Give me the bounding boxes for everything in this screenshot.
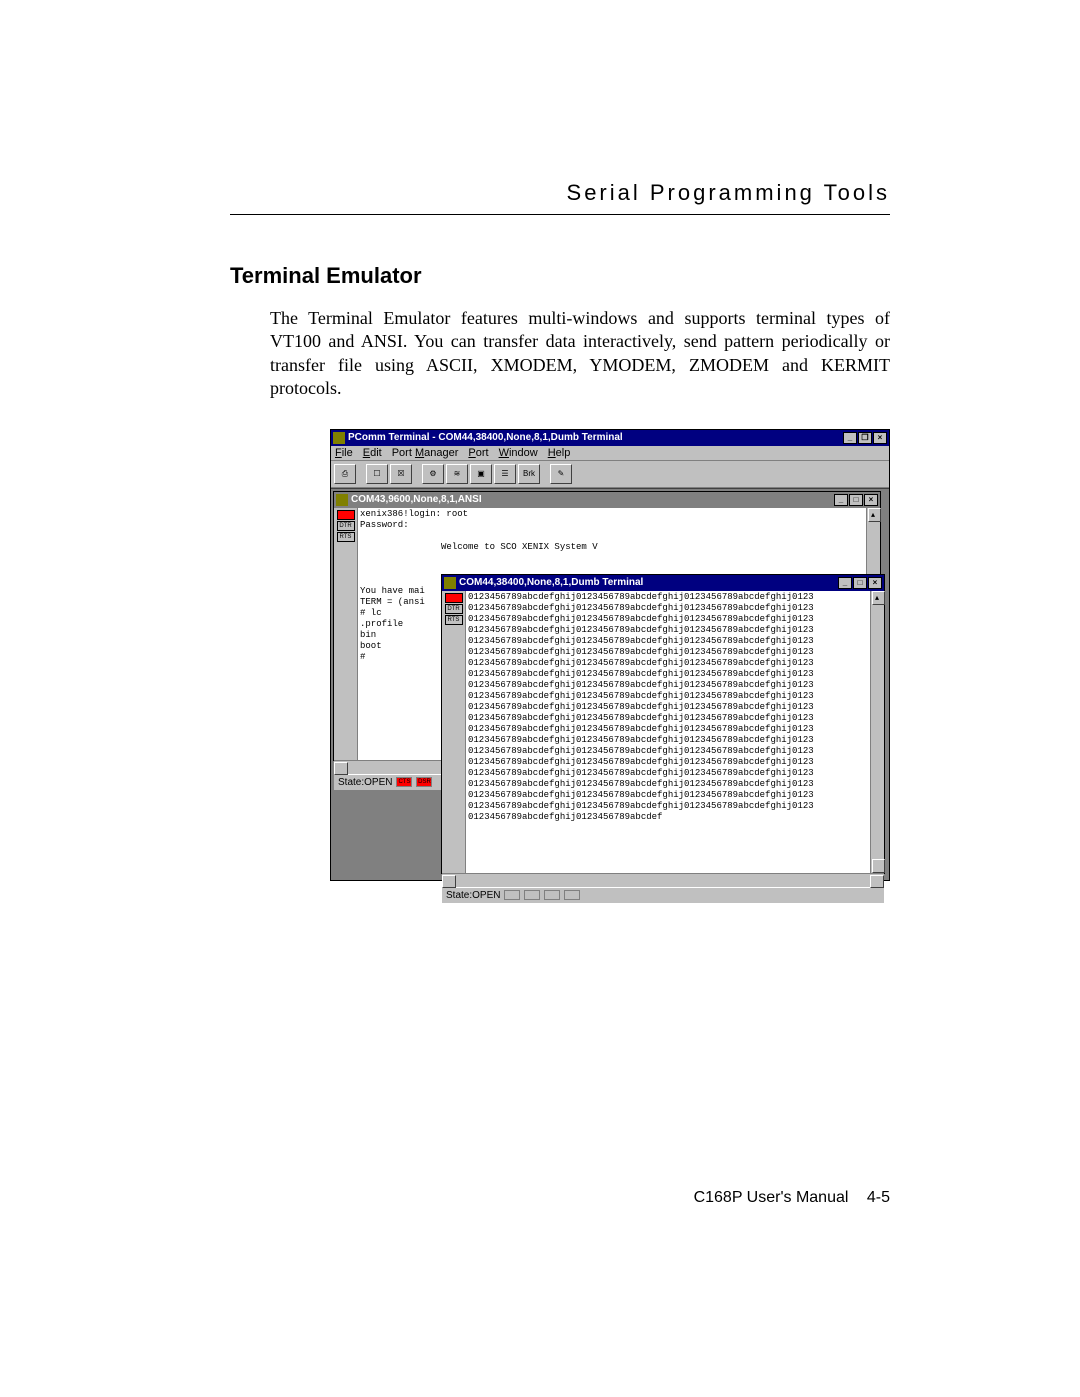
child1-cts-led: CTS [396, 777, 412, 787]
app-icon [333, 432, 345, 444]
child1-state-label: State:OPEN [338, 777, 392, 788]
tool-btn-5[interactable]: ≋ [446, 464, 468, 484]
terminal-window-com44[interactable]: COM44,38400,None,8,1,Dumb Terminal _ □ ×… [441, 574, 885, 874]
child2-rts-indicator: RTS [445, 615, 463, 625]
menu-port[interactable]: Port [468, 447, 488, 459]
child1-dtr-indicator: DTR [337, 521, 355, 531]
menu-edit[interactable]: Edit [363, 447, 382, 459]
child1-dsr-led: DSR [416, 777, 432, 787]
child2-titlebar[interactable]: COM44,38400,None,8,1,Dumb Terminal _ □ × [442, 575, 884, 591]
child2-indicators: DTR RTS [442, 591, 466, 873]
child1-titlebar[interactable]: COM43,9600,None,8,1,ANSI _ □ × [334, 492, 880, 508]
child1-min-button[interactable]: _ [834, 494, 848, 506]
toolbar: ⎙ ☐ ☒ ⚙ ≋ ▣ ☰ Brk ✎ [331, 461, 889, 488]
manual-name: C168P User's Manual [694, 1189, 849, 1206]
tool-btn-2[interactable]: ☐ [366, 464, 388, 484]
minimize-button[interactable]: _ [843, 432, 857, 444]
close-button[interactable]: × [873, 432, 887, 444]
child1-title: COM43,9600,None,8,1,ANSI [351, 494, 834, 505]
tool-btn-9[interactable]: ✎ [550, 464, 572, 484]
child1-max-button[interactable]: □ [849, 494, 863, 506]
child2-led-top [445, 593, 463, 603]
app-window: PComm Terminal - COM44,38400,None,8,1,Du… [330, 429, 890, 881]
terminal-icon [444, 577, 456, 589]
child2-max-button[interactable]: □ [853, 577, 867, 589]
menu-port-manager[interactable]: Port Manager [392, 447, 459, 459]
child2-close-button[interactable]: × [868, 577, 882, 589]
child1-indicators: DTR RTS [334, 508, 358, 760]
app-title: PComm Terminal - COM44,38400,None,8,1,Du… [348, 432, 843, 443]
page-number: 4-5 [867, 1189, 890, 1206]
child2-min-button[interactable]: _ [838, 577, 852, 589]
restore-button[interactable]: ❐ [858, 432, 872, 444]
child1-close-button[interactable]: × [864, 494, 878, 506]
child2-led-4 [564, 890, 580, 900]
terminal-icon [336, 494, 348, 506]
child2-state-label: State:OPEN [446, 890, 500, 901]
tool-btn-1[interactable]: ⎙ [334, 464, 356, 484]
child2-dtr-indicator: DTR [445, 604, 463, 614]
tool-btn-6[interactable]: ▣ [470, 464, 492, 484]
mdi-area: COM43,9600,None,8,1,ANSI _ □ × DTR RTS [331, 488, 889, 880]
menu-window[interactable]: Window [499, 447, 538, 459]
terminal-screenshot: PComm Terminal - COM44,38400,None,8,1,Du… [330, 429, 890, 881]
tool-btn-3[interactable]: ☒ [390, 464, 412, 484]
chapter-header: Serial Programming Tools [230, 180, 890, 215]
child2-hscrollbar[interactable] [442, 873, 884, 887]
menu-file[interactable]: File [335, 447, 353, 459]
child1-led-top [337, 510, 355, 520]
child2-title: COM44,38400,None,8,1,Dumb Terminal [459, 577, 838, 588]
tool-btn-brk[interactable]: Brk [518, 464, 540, 484]
page-footer: C168P User's Manual 4-5 [694, 1189, 890, 1207]
child1-rts-indicator: RTS [337, 532, 355, 542]
app-titlebar: PComm Terminal - COM44,38400,None,8,1,Du… [331, 430, 889, 446]
tool-btn-4[interactable]: ⚙ [422, 464, 444, 484]
child2-vscrollbar[interactable]: ▴▾ [870, 591, 884, 873]
menubar: File Edit Port Manager Port Window Help [331, 446, 889, 461]
section-body: The Terminal Emulator features multi-win… [270, 307, 890, 401]
child2-led-3 [544, 890, 560, 900]
tool-btn-7[interactable]: ☰ [494, 464, 516, 484]
child2-statusbar: State:OPEN [442, 887, 884, 903]
child2-led-1 [504, 890, 520, 900]
menu-help[interactable]: Help [548, 447, 571, 459]
child2-terminal-output[interactable]: 0123456789abcdefghij0123456789abcdefghij… [466, 591, 870, 873]
section-title: Terminal Emulator [230, 263, 890, 289]
child2-led-2 [524, 890, 540, 900]
